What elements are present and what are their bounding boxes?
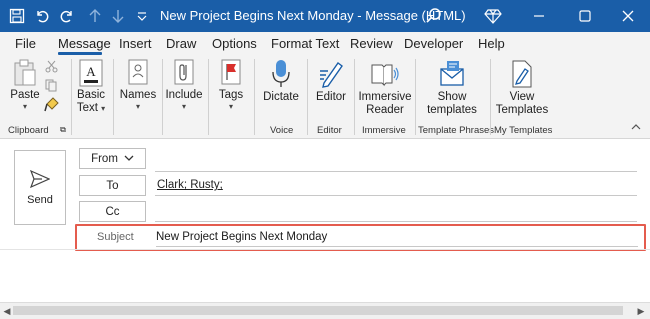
group-label-editor: Editor bbox=[317, 125, 342, 136]
send-button[interactable]: Send bbox=[14, 150, 66, 225]
paste-button[interactable]: Paste ▾ bbox=[8, 59, 42, 111]
clipboard-launcher-icon[interactable]: ⧉ bbox=[58, 125, 68, 135]
window-title: New Project Begins Next Monday - Message… bbox=[160, 8, 466, 23]
tab-developer[interactable]: Developer bbox=[404, 36, 463, 51]
include-button[interactable]: Include ▾ bbox=[164, 59, 204, 111]
group-label-clipboard: Clipboard bbox=[8, 125, 49, 136]
tab-format-text[interactable]: Format Text bbox=[271, 36, 339, 51]
tab-draw[interactable]: Draw bbox=[166, 36, 196, 51]
ribbon-separator bbox=[490, 59, 491, 135]
ribbon-separator bbox=[254, 59, 255, 135]
save-icon[interactable] bbox=[6, 5, 28, 27]
tab-file[interactable]: File bbox=[15, 36, 36, 51]
to-button[interactable]: To bbox=[79, 175, 146, 196]
message-body[interactable] bbox=[0, 250, 650, 302]
subject-highlight: Subject New Project Begins Next Monday bbox=[75, 224, 646, 251]
group-label-voice: Voice bbox=[270, 125, 294, 136]
previous-item-icon[interactable] bbox=[84, 5, 106, 27]
immersive-reader-icon bbox=[371, 64, 399, 87]
ribbon-separator bbox=[307, 59, 308, 135]
horizontal-scrollbar[interactable]: ◀ ▶ bbox=[0, 302, 650, 319]
format-painter-button[interactable] bbox=[43, 97, 59, 112]
address-book-icon bbox=[128, 59, 148, 85]
send-icon bbox=[30, 169, 50, 188]
subject-label: Subject bbox=[97, 231, 134, 243]
premium-diamond-icon[interactable] bbox=[482, 5, 504, 27]
minimize-button[interactable] bbox=[516, 0, 562, 32]
paste-icon bbox=[14, 59, 36, 86]
scroll-right-icon[interactable]: ▶ bbox=[636, 305, 646, 317]
microphone-icon bbox=[272, 60, 290, 87]
close-button[interactable] bbox=[605, 0, 650, 32]
cc-button[interactable]: Cc bbox=[79, 201, 146, 222]
show-templates-icon bbox=[440, 61, 464, 86]
group-label-immersive: Immersive bbox=[362, 125, 406, 136]
ribbon-tabs: File Message Insert Draw Options Format … bbox=[0, 32, 650, 55]
tab-help[interactable]: Help bbox=[478, 36, 505, 51]
from-field-underline bbox=[155, 171, 637, 172]
view-templates-button[interactable]: View Templates bbox=[494, 59, 550, 117]
ribbon-separator bbox=[113, 59, 114, 135]
collapse-ribbon-icon[interactable] bbox=[630, 123, 642, 131]
customize-toolbar-icon[interactable] bbox=[131, 5, 153, 27]
flag-icon bbox=[221, 59, 241, 85]
ribbon-separator bbox=[354, 59, 355, 135]
ribbon-separator bbox=[162, 59, 163, 135]
tab-insert[interactable]: Insert bbox=[119, 36, 152, 51]
tab-review[interactable]: Review bbox=[350, 36, 393, 51]
search-icon[interactable] bbox=[423, 5, 445, 27]
scroll-left-icon[interactable]: ◀ bbox=[2, 305, 12, 317]
copy-button[interactable] bbox=[44, 79, 58, 92]
svg-text:A: A bbox=[86, 64, 96, 79]
chevron-down-icon bbox=[124, 155, 134, 161]
redo-icon[interactable] bbox=[56, 5, 78, 27]
scissors-icon bbox=[45, 60, 57, 73]
undo-icon[interactable] bbox=[31, 5, 53, 27]
scrollbar-thumb[interactable] bbox=[13, 306, 623, 315]
editor-pen-icon bbox=[320, 62, 343, 88]
tags-button[interactable]: Tags ▾ bbox=[213, 59, 249, 111]
ribbon: Paste ▾ Clipboard ⧉ A Basic Text ▾ Names… bbox=[0, 55, 650, 139]
maximize-button[interactable] bbox=[562, 0, 608, 32]
group-label-template-phrases: Template Phrases bbox=[418, 125, 495, 136]
basic-text-icon: A bbox=[79, 59, 103, 87]
dictate-button[interactable]: Dictate bbox=[259, 59, 303, 104]
to-field[interactable]: Clark; Rusty; bbox=[157, 179, 223, 191]
subject-field[interactable]: New Project Begins Next Monday bbox=[156, 231, 327, 243]
tab-message[interactable]: Message bbox=[58, 36, 111, 51]
next-item-icon[interactable] bbox=[107, 5, 129, 27]
group-label-my-templates: My Templates bbox=[494, 125, 553, 136]
copy-icon bbox=[45, 79, 56, 92]
ribbon-separator bbox=[71, 59, 72, 135]
subject-field-underline bbox=[156, 246, 638, 247]
ribbon-separator bbox=[208, 59, 209, 135]
title-bar: New Project Begins Next Monday - Message… bbox=[0, 0, 650, 32]
format-painter-icon bbox=[43, 97, 59, 112]
names-button[interactable]: Names ▾ bbox=[118, 59, 158, 111]
view-templates-icon bbox=[512, 60, 532, 88]
cc-field-underline bbox=[155, 221, 637, 222]
immersive-reader-button[interactable]: Immersive Reader bbox=[358, 59, 412, 117]
cut-button[interactable] bbox=[44, 60, 58, 73]
show-templates-button[interactable]: Show templates bbox=[422, 59, 482, 117]
paperclip-icon bbox=[174, 59, 194, 85]
editor-button[interactable]: Editor bbox=[311, 59, 351, 104]
from-button[interactable]: From bbox=[79, 148, 146, 169]
tab-options[interactable]: Options bbox=[212, 36, 257, 51]
to-field-underline bbox=[155, 195, 637, 196]
chevron-down-icon: ▾ bbox=[22, 102, 27, 111]
basic-text-button[interactable]: A Basic Text ▾ bbox=[74, 59, 108, 115]
ribbon-separator bbox=[415, 59, 416, 135]
